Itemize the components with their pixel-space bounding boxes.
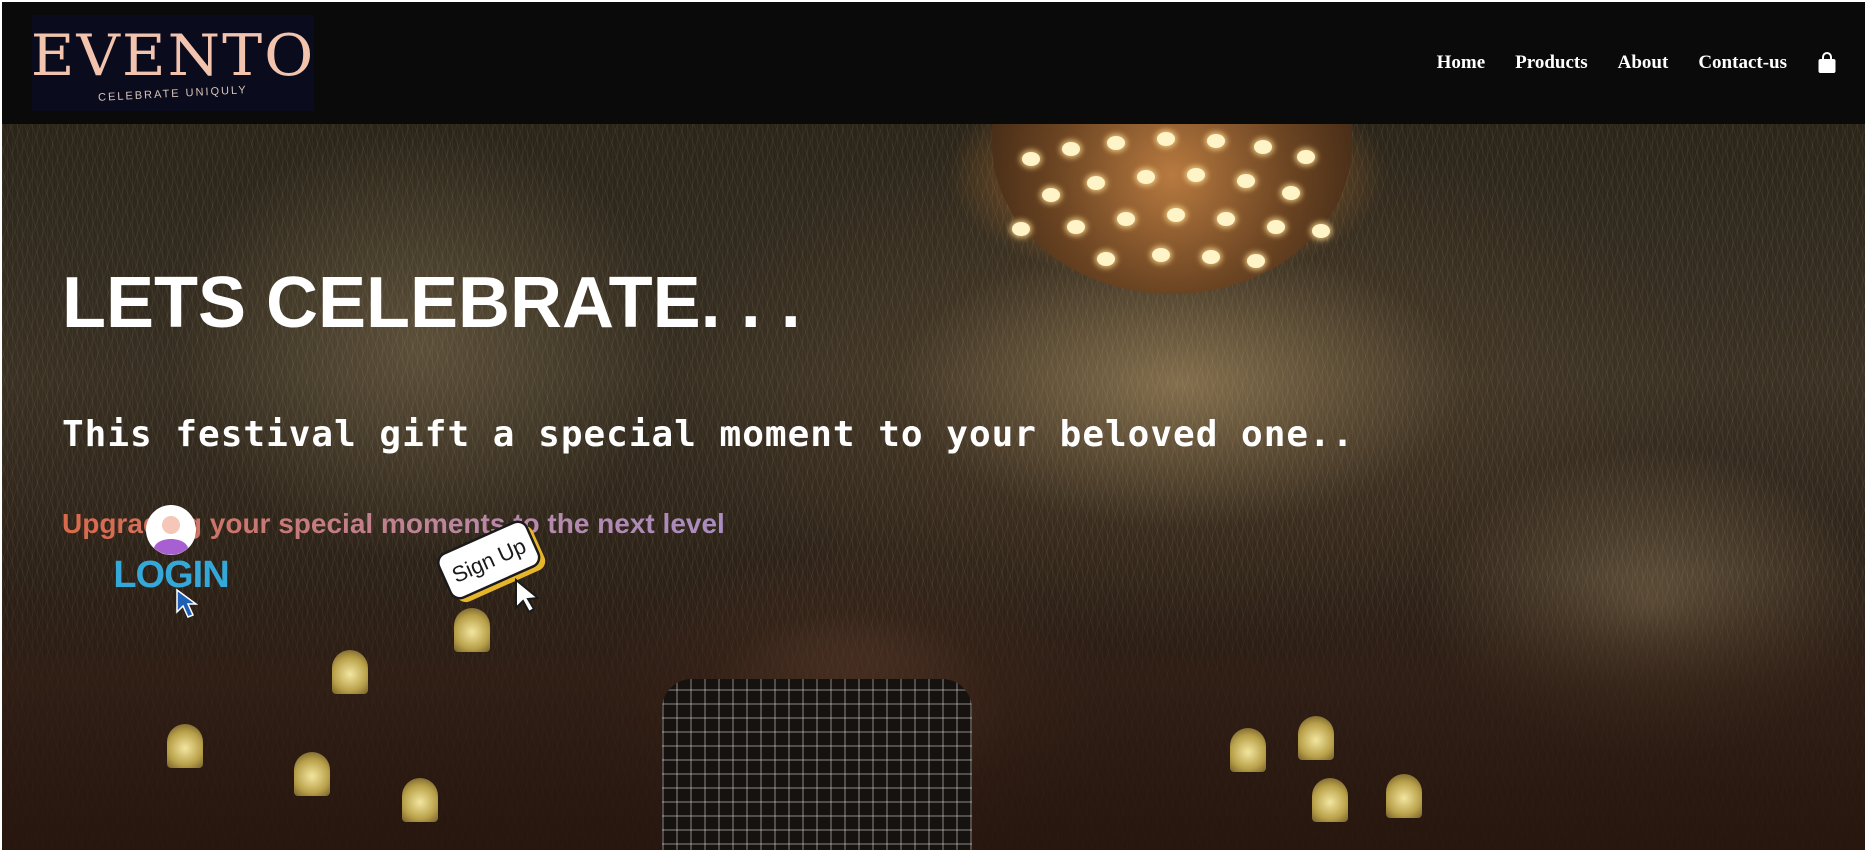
nav-link-about[interactable]: About <box>1618 52 1669 74</box>
cursor-icon <box>176 588 199 618</box>
decor-arch <box>332 650 368 694</box>
decor-arch <box>1312 778 1348 822</box>
hero-subtitle: This festival gift a special moment to y… <box>62 414 1355 455</box>
decor-arch <box>1386 774 1422 818</box>
nav-links: Home Products About Contact-us <box>1407 2 1837 124</box>
decor-arch <box>454 608 490 652</box>
login-button[interactable]: LOGIN <box>108 504 234 622</box>
brand-name: EVENTO <box>30 22 316 90</box>
nav-link-products[interactable]: Products <box>1515 52 1587 74</box>
shopping-bag-icon[interactable] <box>1817 52 1837 74</box>
nav-link-contact-us[interactable]: Contact-us <box>1698 52 1787 74</box>
brand-logo[interactable]: EVENTO CELEBRATE UNIQULY <box>30 15 316 111</box>
decor-arch <box>1298 716 1334 760</box>
decor-arch <box>1230 728 1266 772</box>
nav-link-home[interactable]: Home <box>1437 52 1486 74</box>
navbar: EVENTO CELEBRATE UNIQULY Home Products A… <box>2 2 1865 124</box>
hero-banner: LETS CELEBRATE. . . This festival gift a… <box>2 124 1865 850</box>
user-avatar-icon <box>146 505 196 555</box>
decor-arch <box>167 724 203 768</box>
decor-arch <box>294 752 330 796</box>
shrine-image <box>662 679 972 850</box>
decor-arch <box>402 778 438 822</box>
signup-button[interactable]: Sign Up <box>432 510 562 614</box>
hero-title: LETS CELEBRATE. . . <box>62 263 801 343</box>
signup-badge-icon: Sign Up <box>437 520 546 614</box>
login-label: LOGIN <box>113 554 229 596</box>
